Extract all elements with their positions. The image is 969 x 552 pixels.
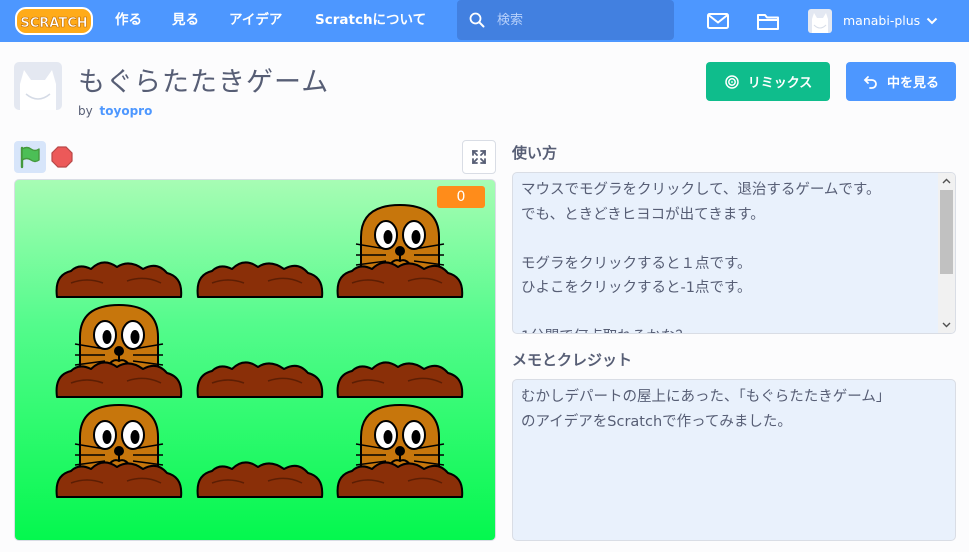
notes-box[interactable]: むかしデパートの屋上にあった、「もぐらたたきゲーム」 のアイデアをScratchで…: [512, 379, 956, 541]
stop-icon[interactable]: [51, 146, 73, 168]
chevron-down-icon[interactable]: [926, 16, 938, 26]
nav-explore-link[interactable]: 見る: [172, 0, 199, 42]
mole-hole[interactable]: [336, 203, 464, 298]
instructions-paragraph: 1分間で何点取れるかな？: [521, 325, 929, 333]
top-navbar: SCRATCH 作る 見る アイデア Scratchについて manabi-pl…: [0, 0, 969, 42]
remix-button[interactable]: リミックス: [706, 62, 830, 101]
dirt-mound: [55, 261, 183, 298]
author-link[interactable]: toyopro: [100, 104, 153, 118]
mole-field: [55, 203, 464, 498]
dirt-mound: [55, 361, 183, 398]
instructions-paragraph: [521, 301, 929, 326]
instructions-box[interactable]: マウスでモグラをクリックして、退治するゲームです。 でも、ときどきヒヨコが出てきま…: [512, 172, 956, 334]
mole-hole[interactable]: [336, 403, 464, 498]
remix-icon: [724, 74, 739, 89]
remix-label: リミックス: [747, 76, 813, 91]
dirt-mound: [196, 461, 324, 498]
instructions-text: マウスでモグラをクリックして、退治するゲームです。 でも、ときどきヒヨコが出てきま…: [521, 178, 929, 333]
fullscreen-button[interactable]: [462, 140, 496, 174]
search-input[interactable]: [497, 10, 657, 30]
project-title: もぐらたたきゲーム: [78, 67, 330, 98]
notes-text: むかしデパートの屋上にあった、「もぐらたたきゲーム」 のアイデアをScratchで…: [521, 385, 945, 434]
project-stage[interactable]: 0: [14, 179, 496, 541]
instructions-paragraph: でも、ときどきヒヨコが出てきます。: [521, 206, 765, 223]
green-flag-icon: [20, 146, 40, 169]
search-box[interactable]: [457, 0, 674, 40]
see-inside-label: 中を見る: [886, 76, 939, 91]
see-inside-button[interactable]: 中を見る: [846, 62, 956, 101]
nav-about-link[interactable]: Scratchについて: [315, 0, 426, 42]
scroll-thumb[interactable]: [940, 190, 953, 274]
instructions-paragraph: [521, 227, 929, 252]
author-avatar[interactable]: [14, 62, 62, 110]
dirt-mound: [196, 361, 324, 398]
mole-hole[interactable]: [196, 261, 324, 298]
svg-text:SCRATCH: SCRATCH: [20, 16, 87, 31]
mole-hole[interactable]: [55, 403, 183, 498]
green-flag-button[interactable]: [14, 141, 46, 173]
instructions-heading: 使い方: [512, 144, 558, 162]
dirt-mound: [336, 461, 464, 498]
instructions-paragraph: マウスでモグラをクリックして、退治するゲームです。: [521, 182, 881, 198]
score-display: 0: [437, 186, 485, 208]
mole-hole[interactable]: [196, 361, 324, 398]
mole-hole[interactable]: [55, 261, 183, 298]
search-icon: [469, 12, 485, 28]
folder-icon[interactable]: [756, 10, 780, 32]
mail-icon[interactable]: [706, 10, 730, 32]
dirt-mound: [196, 261, 324, 298]
nav-ideas-link[interactable]: アイデア: [229, 0, 282, 42]
scroll-up-arrow-icon[interactable]: [938, 173, 955, 190]
instructions-paragraph: モグラをクリックすると１点です。: [521, 255, 752, 272]
scratch-logo[interactable]: SCRATCH: [15, 6, 93, 36]
dirt-mound: [55, 461, 183, 498]
byline: by toyopro: [78, 104, 152, 118]
notes-heading: メモとクレジット: [512, 351, 633, 369]
fullscreen-icon: [472, 150, 486, 164]
nav-create-link[interactable]: 作る: [115, 0, 142, 42]
scroll-down-arrow-icon[interactable]: [938, 316, 955, 333]
username-label[interactable]: manabi-plus: [843, 0, 920, 42]
dirt-mound: [336, 361, 464, 398]
dirt-mound: [336, 261, 464, 298]
instructions-paragraph: ひよこをクリックすると-1点です。: [521, 280, 752, 296]
user-avatar[interactable]: [808, 9, 832, 33]
mole-hole[interactable]: [336, 361, 464, 398]
by-label: by: [78, 104, 93, 118]
mole-hole[interactable]: [55, 303, 183, 398]
notes-paragraph: のアイデアをScratchで作ってみました。: [521, 413, 792, 430]
mole-hole[interactable]: [196, 461, 324, 498]
instructions-scrollbar[interactable]: [938, 173, 955, 333]
see-inside-icon: [863, 75, 877, 89]
notes-paragraph: むかしデパートの屋上にあった、「もぐらたたきゲーム」: [521, 389, 891, 405]
